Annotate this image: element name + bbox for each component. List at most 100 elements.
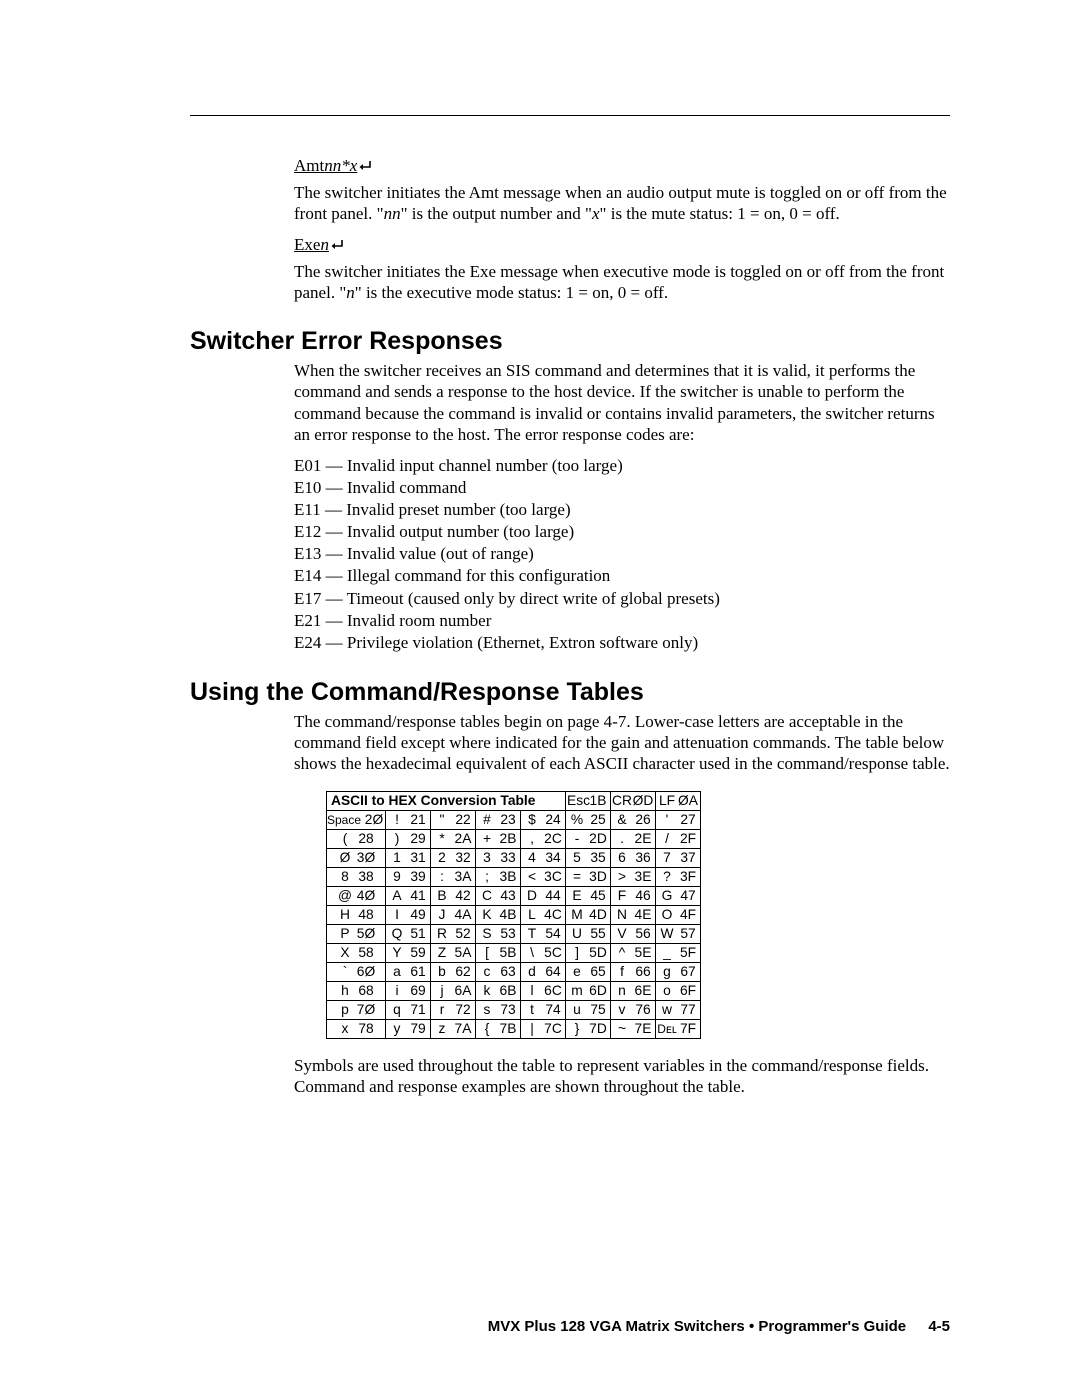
ascii-table-cell: r72 [431, 1000, 476, 1019]
ascii-table-cell: d64 [521, 962, 566, 981]
error-code-item: E14 — Illegal command for this configura… [294, 565, 950, 587]
ascii-table-cell: +2B [476, 829, 521, 848]
ascii-table-header-cell: CRØD [611, 791, 656, 810]
ascii-table-title: ASCII to HEX Conversion Table [327, 791, 566, 810]
ascii-table-cell: U55 [566, 924, 611, 943]
ascii-table-cell: f66 [611, 962, 656, 981]
ascii-table-cell: "22 [431, 810, 476, 829]
ascii-table-cell: %25 [566, 810, 611, 829]
ascii-table-cell: Space2Ø [327, 810, 386, 829]
ascii-table-cell: Dᴇʟ7F [656, 1019, 701, 1038]
message-heading: Exen [294, 235, 950, 255]
ascii-table-cell: -2D [566, 829, 611, 848]
ascii-table-cell: 232 [431, 848, 476, 867]
ascii-table-cell: P5Ø [327, 924, 386, 943]
ascii-table-cell: E45 [566, 886, 611, 905]
ascii-hex-table: ASCII to HEX Conversion TableEsc1BCRØDLF… [326, 791, 701, 1039]
ascii-table-cell: `6Ø [327, 962, 386, 981]
error-code-item: E24 — Privilege violation (Ethernet, Ext… [294, 632, 950, 654]
ascii-table-cell: t74 [521, 1000, 566, 1019]
ascii-table-cell: K4B [476, 905, 521, 924]
error-code-item: E11 — Invalid preset number (too large) [294, 499, 950, 521]
ascii-table-cell: /2F [656, 829, 701, 848]
ascii-table-cell: ;3B [476, 867, 521, 886]
error-code-item: E01 — Invalid input channel number (too … [294, 455, 950, 477]
ascii-table-cell: }7D [566, 1019, 611, 1038]
ascii-table-cell: I49 [386, 905, 431, 924]
ascii-table-cell: Z5A [431, 943, 476, 962]
ascii-table-cell: Ø3Ø [327, 848, 386, 867]
ascii-table-cell: N4E [611, 905, 656, 924]
ascii-table-cell: W57 [656, 924, 701, 943]
ascii-table-cell: j6A [431, 981, 476, 1000]
message-body: The switcher initiates the Amt message w… [294, 182, 950, 225]
ascii-table-cell: C43 [476, 886, 521, 905]
ascii-table-cell: F46 [611, 886, 656, 905]
ascii-table-cell: B42 [431, 886, 476, 905]
ascii-table-cell: a61 [386, 962, 431, 981]
error-code-item: E21 — Invalid room number [294, 610, 950, 632]
ascii-table-cell: e65 [566, 962, 611, 981]
ascii-table-cell: (28 [327, 829, 386, 848]
ascii-table-header-cell: Esc1B [566, 791, 611, 810]
ascii-table-cell: 636 [611, 848, 656, 867]
ascii-table-cell: 333 [476, 848, 521, 867]
ascii-table-cell: _5F [656, 943, 701, 962]
ascii-table-header-cell: LFØA [656, 791, 701, 810]
ascii-table-cell: k6B [476, 981, 521, 1000]
ascii-table-cell: L4C [521, 905, 566, 924]
ascii-table-cell: 535 [566, 848, 611, 867]
ascii-table-cell: z7A [431, 1019, 476, 1038]
error-code-list: E01 — Invalid input channel number (too … [294, 455, 950, 654]
ascii-table-cell: |7C [521, 1019, 566, 1038]
ascii-table-cell: .2E [611, 829, 656, 848]
error-code-item: E13 — Invalid value (out of range) [294, 543, 950, 565]
top-rule [190, 115, 950, 116]
ascii-table-cell: ,2C [521, 829, 566, 848]
ascii-table-cell: {7B [476, 1019, 521, 1038]
ascii-table-cell: n6E [611, 981, 656, 1000]
ascii-table-cell: D44 [521, 886, 566, 905]
error-code-item: E17 — Timeout (caused only by direct wri… [294, 588, 950, 610]
ascii-table-cell: h68 [327, 981, 386, 1000]
page-footer: MVX Plus 128 VGA Matrix Switchers • Prog… [488, 1318, 950, 1335]
ascii-table-cell: :3A [431, 867, 476, 886]
ascii-table-cell: R52 [431, 924, 476, 943]
ascii-table-cell: &26 [611, 810, 656, 829]
ascii-table-cell: S53 [476, 924, 521, 943]
ascii-table-cell: b62 [431, 962, 476, 981]
ascii-table-cell: <3C [521, 867, 566, 886]
ascii-table-cell: y79 [386, 1019, 431, 1038]
error-code-item: E12 — Invalid output number (too large) [294, 521, 950, 543]
ascii-table-cell: 939 [386, 867, 431, 886]
section-cmd-tables-outro: Symbols are used throughout the table to… [294, 1055, 950, 1098]
section-switcher-error-heading: Switcher Error Responses [190, 327, 950, 356]
ascii-table-cell: >3E [611, 867, 656, 886]
ascii-table-cell: T54 [521, 924, 566, 943]
ascii-table-cell: i69 [386, 981, 431, 1000]
ascii-table-cell: w77 [656, 1000, 701, 1019]
ascii-table-cell: V56 [611, 924, 656, 943]
ascii-table-cell: 434 [521, 848, 566, 867]
ascii-table-cell: #23 [476, 810, 521, 829]
ascii-table-cell: \5C [521, 943, 566, 962]
ascii-table-cell: $24 [521, 810, 566, 829]
ascii-table-cell: ~7E [611, 1019, 656, 1038]
ascii-table-cell: x78 [327, 1019, 386, 1038]
ascii-table-cell: ^5E [611, 943, 656, 962]
ascii-table-cell: p7Ø [327, 1000, 386, 1019]
footer-page-number: 4-5 [928, 1318, 950, 1335]
message-heading: Amtnn*x [294, 156, 950, 176]
ascii-table-cell: G47 [656, 886, 701, 905]
ascii-table-cell: '27 [656, 810, 701, 829]
ascii-table-cell: v76 [611, 1000, 656, 1019]
ascii-table-cell: O4F [656, 905, 701, 924]
section-cmd-tables-heading: Using the Command/Response Tables [190, 678, 950, 707]
ascii-table-cell: q71 [386, 1000, 431, 1019]
ascii-table-cell: ?3F [656, 867, 701, 886]
ascii-table-cell: Y59 [386, 943, 431, 962]
message-body: The switcher initiates the Exe message w… [294, 261, 950, 304]
ascii-table-cell: l6C [521, 981, 566, 1000]
ascii-table-cell: *2A [431, 829, 476, 848]
ascii-table-cell: 838 [327, 867, 386, 886]
